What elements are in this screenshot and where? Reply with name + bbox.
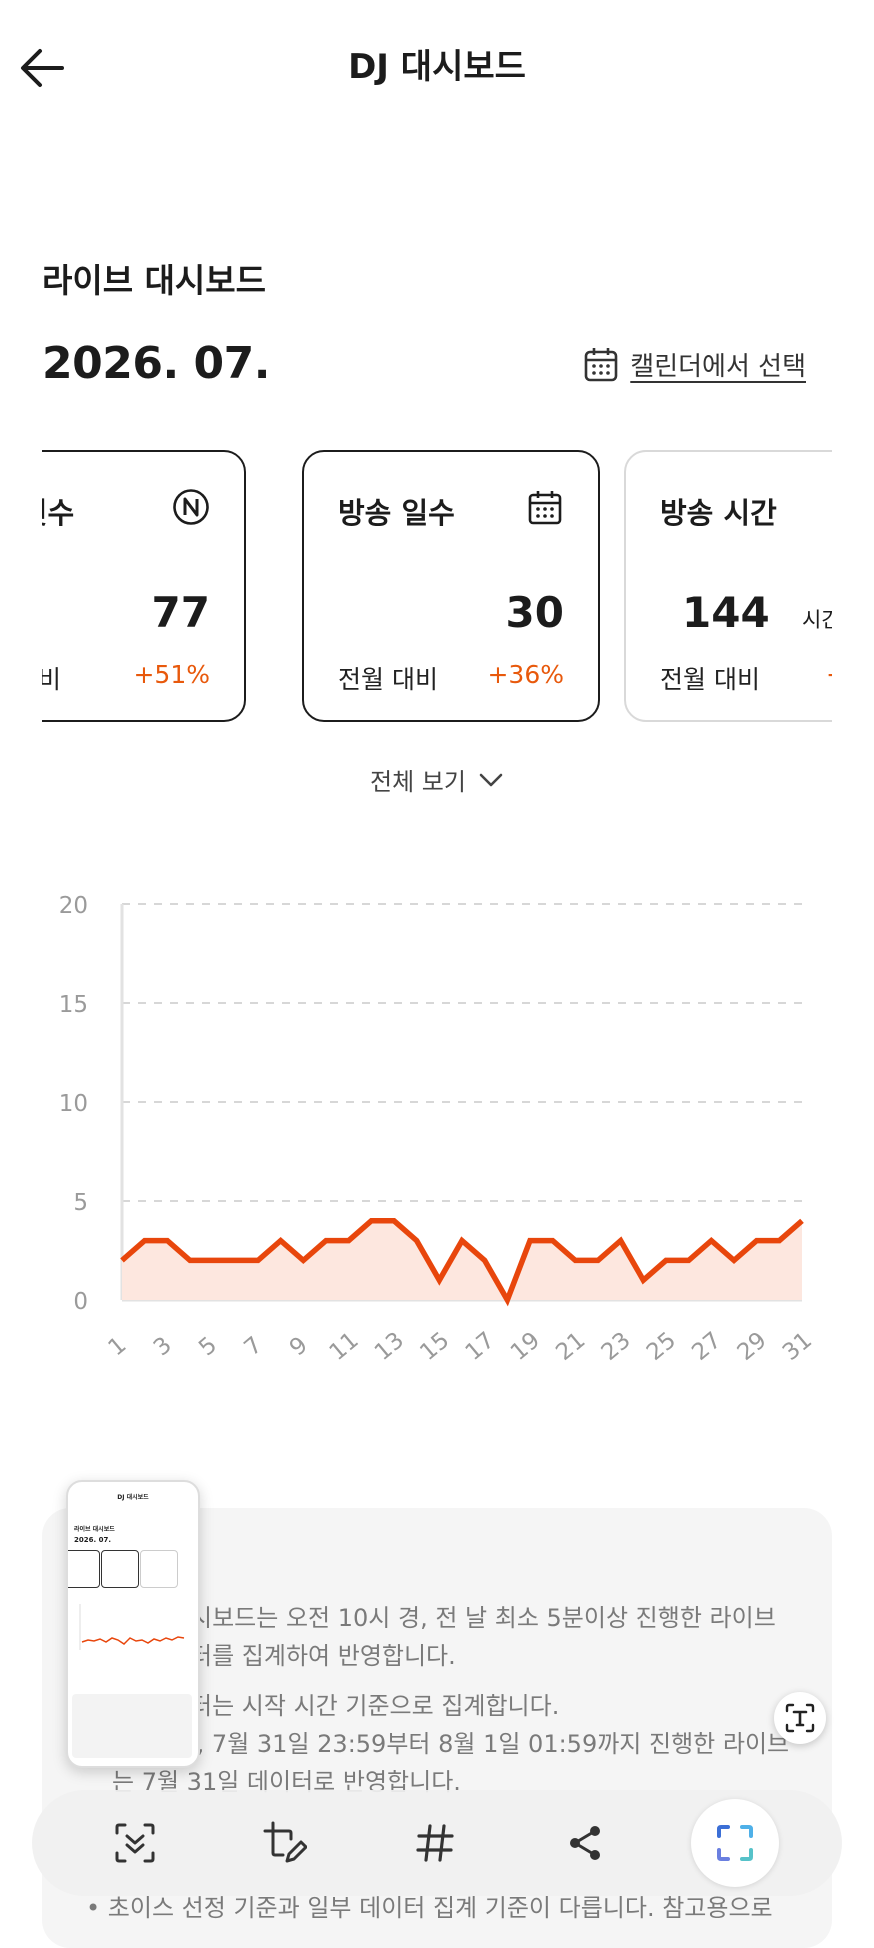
card-unit: 시간	[802, 604, 832, 634]
page-title: DJ 대시보드	[0, 44, 874, 90]
share-button[interactable]	[549, 1807, 621, 1879]
x-tick-label: 19	[506, 1327, 545, 1366]
y-tick-label: 10	[59, 1091, 88, 1117]
card-broadcast-time[interactable]: 방송 시간 144 시간 5 전월 대비 +	[624, 450, 832, 722]
screenshot-thumbnail[interactable]: DJ 대시보드 라이브 대시보드 2026. 07.	[66, 1480, 200, 1768]
card-value: 77	[152, 588, 210, 637]
thumbnail-chart	[74, 1600, 190, 1660]
card-change: +51%	[133, 660, 210, 689]
thumbnail-card	[101, 1550, 139, 1588]
x-tick-label: 13	[370, 1327, 409, 1366]
calendar-icon	[526, 488, 564, 526]
y-tick-label: 0	[73, 1289, 88, 1315]
x-tick-label: 5	[194, 1332, 222, 1361]
calendar-select-link[interactable]: 캘린더에서 선택	[584, 342, 806, 386]
y-tick-label: 20	[59, 893, 88, 919]
card-value: 144	[682, 588, 770, 637]
card-compare-label: 월 대비	[42, 660, 61, 696]
x-tick-label: 17	[461, 1327, 500, 1366]
x-tick-label: 27	[687, 1327, 726, 1366]
view-all-label: 전체 보기	[370, 762, 466, 797]
x-tick-label: 11	[325, 1327, 364, 1366]
naver-n-icon	[172, 488, 210, 526]
thumbnail-card	[66, 1550, 100, 1588]
scroll-capture-icon	[113, 1821, 157, 1865]
edit-button[interactable]	[249, 1807, 321, 1879]
selected-month: 2026. 07.	[42, 336, 270, 392]
thumbnail-section: 라이브 대시보드	[74, 1524, 115, 1533]
info-line: 시보드는 오전 10시 경, 전 날 최소 5분이상 진행한 라이브	[190, 1600, 776, 1636]
calendar-select-label: 캘린더에서 선택	[630, 346, 806, 383]
calendar-icon	[584, 346, 618, 382]
x-tick-label: 1	[104, 1332, 132, 1361]
card-broadcast-count[interactable]: 송 횟수 77 월 대비 +51%	[42, 450, 246, 722]
x-tick-label: 21	[551, 1327, 590, 1366]
thumbnail-title: DJ 대시보드	[68, 1492, 198, 1501]
card-compare-label: 전월 대비	[660, 660, 760, 696]
info-line: 터를 집계하여 반영합니다.	[190, 1638, 456, 1674]
x-tick-label: 3	[149, 1332, 177, 1361]
x-tick-label: 7	[240, 1332, 268, 1361]
card-title: 방송 시간	[660, 490, 777, 532]
card-broadcast-days[interactable]: 방송 일수 30 전월 대비 +36%	[302, 450, 600, 722]
text-scan-icon	[784, 1702, 816, 1734]
x-tick-label: 25	[642, 1327, 681, 1366]
share-icon	[565, 1823, 605, 1863]
text-recognition-button[interactable]	[774, 1692, 826, 1744]
info-line: l, 7월 31일 23:59부터 8월 1일 01:59까지 진행한 라이브	[190, 1726, 789, 1762]
thumbnail-info	[72, 1694, 192, 1758]
section-title: 라이브 대시보드	[42, 258, 266, 304]
tag-button[interactable]	[399, 1807, 471, 1879]
info-bullet-text: 초이스 선정 기준과 일부 데이터 집계 기준이 다릅니다. 참고용으로	[108, 1894, 773, 1922]
x-tick-label: 29	[733, 1327, 772, 1366]
card-compare-label: 전월 대비	[338, 660, 438, 696]
x-tick-label: 15	[415, 1327, 454, 1366]
scroll-capture-button[interactable]	[99, 1807, 171, 1879]
card-value: 30	[506, 588, 564, 637]
thumbnail-card	[140, 1550, 178, 1588]
y-tick-label: 5	[73, 1190, 88, 1216]
chevron-down-icon	[478, 772, 504, 788]
card-title: 송 횟수	[42, 490, 74, 532]
card-title: 방송 일수	[338, 490, 455, 532]
smart-select-icon	[715, 1823, 755, 1863]
card-change: +36%	[487, 660, 564, 689]
x-tick-label: 23	[597, 1327, 636, 1366]
y-tick-label: 15	[59, 992, 88, 1018]
stats-card-carousel[interactable]: 송 횟수 77 월 대비 +51% 방송 일수 30 전월 대비 +36% 방송…	[42, 448, 832, 730]
card-change: +	[826, 660, 832, 689]
smart-select-button[interactable]	[691, 1799, 779, 1887]
broadcast-chart: 05101520135791113151719212325272931	[0, 880, 874, 1380]
x-tick-label: 31	[778, 1327, 817, 1366]
thumbnail-month: 2026. 07.	[74, 1536, 111, 1544]
view-all-button[interactable]: 전체 보기	[0, 762, 874, 797]
edit-crop-icon	[263, 1821, 307, 1865]
x-tick-label: 9	[285, 1332, 313, 1361]
info-line: 터는 시작 시간 기준으로 집계합니다.	[190, 1688, 559, 1724]
screenshot-toolbar	[32, 1790, 842, 1896]
hashtag-icon	[415, 1823, 455, 1863]
